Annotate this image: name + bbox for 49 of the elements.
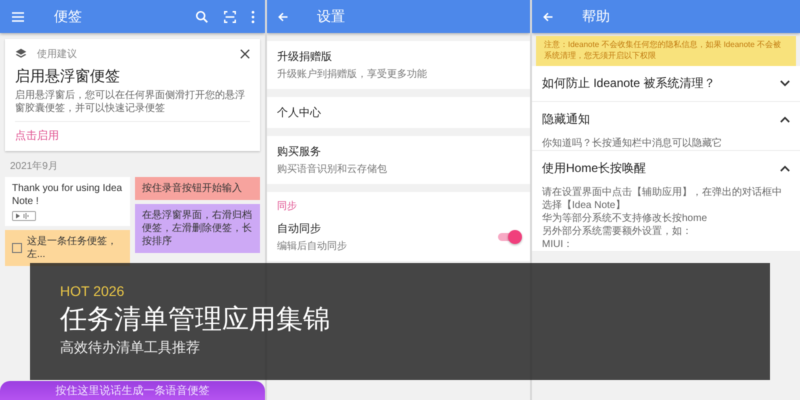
faq-text: 另外部分系统需要额外设置，如： [542, 224, 693, 238]
close-icon[interactable] [240, 49, 250, 59]
chevron-icon[interactable] [780, 116, 790, 123]
task-checkbox[interactable] [12, 243, 22, 253]
search-icon[interactable] [195, 10, 209, 24]
faq-text: MIUI： [542, 238, 574, 251]
screen-title: 设置 [317, 8, 345, 26]
faq-text: 请在设置界面中点击【辅助应用】，在弹出的对话框中选择【Idea Note】 [542, 186, 783, 212]
faq-text: 华为等部分系统不支持修改长按home [542, 212, 708, 225]
setting-subtitle: 购买语音识别和云存储包 [277, 162, 388, 176]
back-arrow-icon[interactable] [542, 10, 554, 22]
enable-link[interactable]: 点击启用 [15, 126, 59, 145]
note-text: 这是一条任务便签，左... [27, 235, 118, 261]
audio-clip-icon[interactable] [12, 211, 36, 221]
voice-record-button[interactable]: 按住这里说话生成一条语音便签 [0, 381, 265, 400]
setting-title[interactable]: 升级捐赠版 [277, 49, 520, 64]
faq-title[interactable]: 隐藏通知 [542, 110, 590, 128]
note-card[interactable]: Thank you for using Idea Note ! [5, 177, 130, 226]
suggestion-text: 启用悬浮窗后，您可以在任何界面侧滑打开您的悬浮窗胶囊便签，并可以快速记录便签 [15, 90, 250, 122]
suggestion-title: 启用悬浮窗便签 [15, 67, 121, 86]
section-header: 同步 [276, 200, 298, 213]
chevron-icon[interactable] [780, 164, 790, 172]
setting-title[interactable]: 个人中心 [277, 105, 520, 120]
screen-title: 帮助 [582, 8, 610, 26]
faq-text: 你知道吗？长按通知栏中消息可以隐藏它 [542, 136, 723, 150]
note-text: 按住录音按钮开始输入 [142, 182, 242, 195]
screen-title: 便签 [54, 8, 82, 26]
banner-subtitle: 高效待办清单工具推荐 [60, 339, 200, 357]
note-card[interactable]: 按住录音按钮开始输入 [135, 177, 260, 200]
setting-title[interactable]: 自动同步 [277, 221, 498, 236]
setting-subtitle: 编辑后自动同步 [277, 240, 348, 253]
suggestion-label: 使用建议 [37, 48, 77, 61]
faq-title[interactable]: 使用Home长按唤醒 [542, 160, 646, 177]
banner-tag: HOT 2026 [60, 283, 124, 299]
back-arrow-icon[interactable] [277, 10, 289, 22]
setting-subtitle: 升级账户到捐赠版，享受更多功能 [277, 68, 428, 81]
scan-icon[interactable] [223, 10, 237, 24]
chevron-icon[interactable] [780, 80, 790, 87]
notice-banner: 注意：Ideanote 不会收集任何您的隐私信息，如果 Ideanote 不会被系统清理，您无须开启以下权限 [536, 36, 796, 66]
note-text: Thank you for using Idea Note ! [12, 182, 123, 208]
setting-title[interactable]: 购买服务 [277, 144, 520, 159]
toggle-switch[interactable] [498, 233, 520, 241]
banner-title: 任务清单管理应用集锦 [60, 303, 330, 336]
layers-icon [15, 48, 27, 60]
note-card[interactable]: 这是一条任务便签，左... [5, 230, 130, 266]
note-card[interactable]: 在悬浮窗界面，右滑归档便签，左滑删除便签，长按排序 [135, 204, 260, 253]
month-label: 2021年9月 [9, 160, 59, 174]
more-icon[interactable] [251, 10, 255, 24]
note-text: 在悬浮窗界面，右滑归档便签，左滑删除便签，长按排序 [142, 209, 253, 248]
